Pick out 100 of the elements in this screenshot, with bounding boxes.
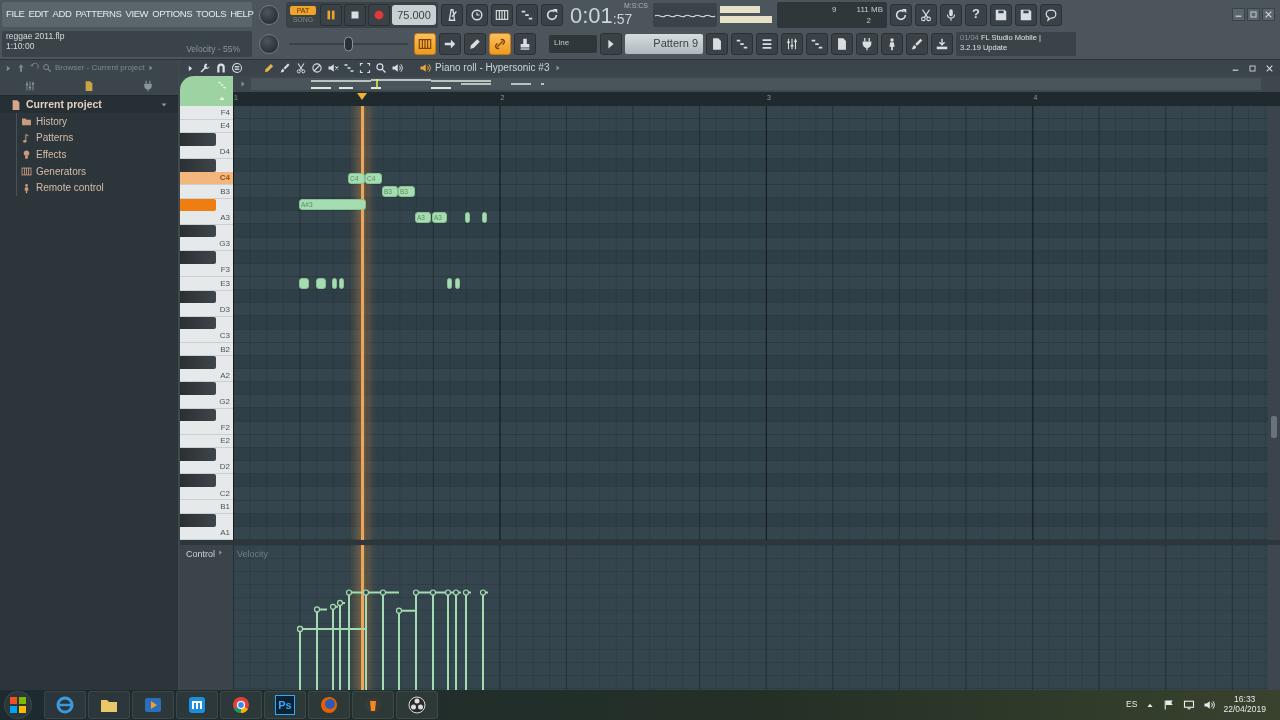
taskbar-button[interactable] <box>88 691 130 719</box>
list-button[interactable] <box>756 33 778 56</box>
scissors-button[interactable] <box>915 3 937 26</box>
window-title: Piano roll - Hypersonic #3 <box>435 62 550 74</box>
document-button[interactable] <box>706 33 728 56</box>
plug-button[interactable] <box>856 33 878 56</box>
pattern-selector[interactable]: Pattern 9 <box>625 34 703 55</box>
taskbar-button[interactable]: Ps <box>264 691 306 719</box>
velocity-bar[interactable] <box>452 589 462 690</box>
slider-thumb[interactable] <box>344 36 353 52</box>
velocity-bar[interactable] <box>336 599 346 690</box>
note[interactable] <box>482 212 487 224</box>
note[interactable] <box>465 212 470 224</box>
tree-item[interactable]: History <box>21 113 178 130</box>
piano-key[interactable]: E3 <box>180 277 233 291</box>
control-label[interactable]: Control <box>186 549 215 560</box>
monitor-icon <box>1183 699 1196 711</box>
minimize-button[interactable] <box>1232 8 1245 22</box>
pause-button[interactable] <box>320 3 342 26</box>
steps-button[interactable] <box>731 33 753 56</box>
velocity-bar[interactable] <box>395 607 417 690</box>
tree-item[interactable]: Generators <box>21 163 178 180</box>
velocity-bar[interactable] <box>329 603 339 690</box>
bulb-icon <box>21 149 32 161</box>
help-button[interactable]: ? <box>965 3 987 26</box>
taskbar-button[interactable] <box>396 691 438 719</box>
velocity-bar[interactable] <box>296 625 311 690</box>
note[interactable] <box>447 277 452 289</box>
velocity-bar[interactable] <box>313 606 328 690</box>
menu-item[interactable]: TOOLS <box>196 9 227 21</box>
note[interactable] <box>455 277 460 289</box>
piano-key[interactable]: G2 <box>180 395 233 409</box>
download-button[interactable] <box>931 33 953 56</box>
menu-item[interactable]: VIEW <box>125 9 149 21</box>
piano-key[interactable]: G3 <box>180 237 233 251</box>
tempo-field[interactable]: 75.000 <box>392 4 436 25</box>
taskbar-button[interactable] <box>176 691 218 719</box>
tree-item[interactable]: Current project <box>0 96 178 113</box>
metronome-button[interactable] <box>441 3 463 26</box>
velocity-bar[interactable] <box>412 589 433 690</box>
menu-item[interactable]: ADD <box>52 9 72 21</box>
tree-item[interactable]: Effects <box>21 146 178 164</box>
piano-key[interactable]: C3 <box>180 329 233 343</box>
stamp-button[interactable] <box>514 33 536 56</box>
piano-key[interactable] <box>180 382 216 396</box>
menu-item[interactable]: OPTIONS <box>152 9 193 21</box>
language-indicator[interactable]: ES <box>1126 700 1138 710</box>
note[interactable] <box>339 277 344 289</box>
piano-key[interactable]: B3 <box>180 185 233 199</box>
piano-key[interactable]: B1 <box>180 500 233 514</box>
mixer-button[interactable] <box>781 33 803 56</box>
piano-key[interactable]: F2 <box>180 421 233 435</box>
tree-label: Patterns <box>36 132 74 144</box>
knob[interactable] <box>259 34 279 55</box>
stop-button[interactable] <box>344 3 366 26</box>
menu-item[interactable]: PATTERNS <box>75 9 122 21</box>
start-button[interactable] <box>4 691 32 719</box>
pencil-button[interactable] <box>464 33 486 56</box>
velocity-bar[interactable] <box>462 589 472 690</box>
figure-button[interactable] <box>881 33 903 56</box>
piano-key[interactable]: D3 <box>180 303 233 317</box>
document-button[interactable] <box>831 33 853 56</box>
clock-button[interactable] <box>466 3 488 26</box>
wrench-icon <box>199 62 211 74</box>
note[interactable] <box>316 277 326 289</box>
menu-item[interactable]: HELP <box>230 9 254 21</box>
knob[interactable] <box>259 4 279 25</box>
arrow-button[interactable] <box>439 33 461 56</box>
caret-button[interactable] <box>600 33 622 56</box>
clock[interactable]: 16:33 22/04/2019 <box>1223 695 1266 715</box>
snap-dropdown[interactable]: Line <box>549 35 597 54</box>
refresh-button[interactable] <box>541 3 563 26</box>
piano-key[interactable]: F4 <box>180 106 233 120</box>
steps-button[interactable] <box>806 33 828 56</box>
chat-button[interactable] <box>1040 3 1062 26</box>
piano-key[interactable]: A3 <box>180 211 233 225</box>
velocity-bar[interactable] <box>444 589 454 690</box>
tree-item[interactable]: Patterns <box>21 129 178 147</box>
save-button[interactable] <box>1015 3 1037 26</box>
velocity-bar[interactable] <box>479 589 489 690</box>
brush-button[interactable] <box>906 33 928 56</box>
close-button[interactable] <box>1262 8 1275 22</box>
menu-item[interactable]: EDIT <box>28 9 49 21</box>
tree-item[interactable]: Remote control <box>21 179 178 197</box>
save-button[interactable] <box>990 3 1012 26</box>
menu-item[interactable]: FILE <box>6 9 25 21</box>
maximize-button[interactable] <box>1247 8 1260 22</box>
slider[interactable] <box>286 34 411 55</box>
piano-button[interactable] <box>414 33 436 56</box>
forbidden-icon <box>311 62 323 74</box>
velocity-bar[interactable] <box>379 589 400 690</box>
refresh-button[interactable] <box>890 3 912 26</box>
taskbar-button[interactable] <box>220 691 262 719</box>
note[interactable] <box>332 277 337 289</box>
tool-tab[interactable] <box>180 76 233 106</box>
link-button[interactable] <box>489 33 511 56</box>
piano-button[interactable] <box>491 3 513 26</box>
microphone-button[interactable] <box>940 3 962 26</box>
note[interactable] <box>299 277 309 289</box>
steps-button[interactable] <box>516 3 538 26</box>
